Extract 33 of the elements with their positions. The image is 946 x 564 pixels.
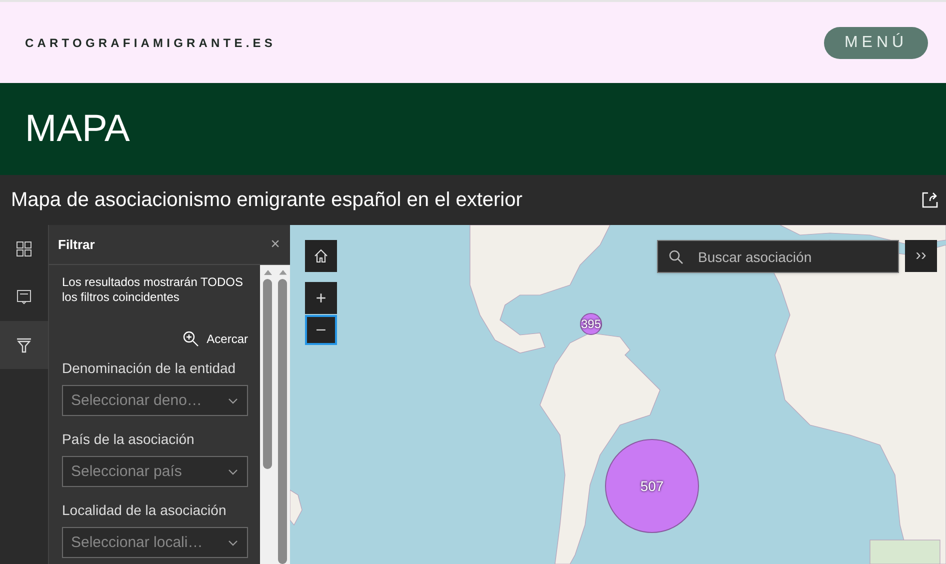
page-heading: MAPA [25, 106, 130, 152]
home-button[interactable] [305, 240, 337, 272]
zoom-out-button[interactable]: – [305, 315, 337, 345]
menu-button[interactable]: MENÚ [824, 26, 928, 58]
field-label: Localidad de la asociación [62, 501, 228, 520]
search-field[interactable]: Buscar asociación [657, 240, 899, 273]
select-field[interactable]: Seleccionar deno… [62, 385, 248, 416]
zoom-to-button[interactable]: Acercar [182, 330, 248, 348]
chevron-down-icon [228, 398, 238, 404]
panel-title: Filtrar [58, 236, 95, 254]
search-icon [669, 250, 683, 264]
zoom-in-icon [182, 331, 199, 347]
field-label: Denominación de la entidad [62, 359, 237, 378]
home-icon [313, 248, 329, 264]
rail-tab[interactable] [0, 321, 48, 369]
screen-icon [16, 289, 32, 305]
scroll-thumb[interactable] [278, 278, 287, 564]
scroll-thumb[interactable] [263, 279, 272, 469]
select-field[interactable]: Seleccionar locali… [62, 527, 248, 558]
expand-button[interactable]: ›› [905, 240, 937, 272]
map[interactable]: + – Buscar asociación ›› 395 507 [290, 225, 946, 564]
chevron-down-icon [228, 540, 238, 546]
site-name[interactable]: CARTOGRAFIAMIGRANTE.ES [25, 34, 276, 52]
share-icon[interactable] [922, 192, 938, 208]
app-title: Mapa de asociacionismo emigrante español en el exterior [11, 188, 522, 213]
chevron-down-icon [228, 469, 238, 475]
filter-icon [16, 337, 32, 353]
filter-description: Los resultados mostrarán TODOS los filtros coincidentes [62, 275, 244, 305]
close-button[interactable]: × [270, 232, 280, 256]
grid-icon [16, 241, 32, 257]
select-field[interactable]: Seleccionar país [62, 456, 248, 487]
field-label: País de la asociación [62, 430, 196, 449]
zoom-in-button[interactable]: + [305, 282, 337, 314]
